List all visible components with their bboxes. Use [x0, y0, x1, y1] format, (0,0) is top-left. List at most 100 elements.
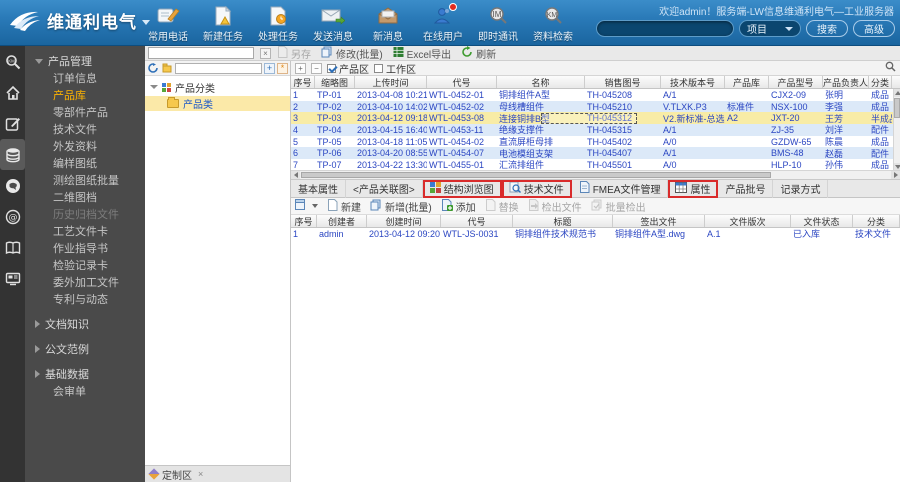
rail-chat-icon[interactable]: [0, 170, 25, 201]
sidebar-item-2[interactable]: 产品库: [25, 88, 145, 105]
tree-filter-input[interactable]: [175, 62, 262, 74]
table-row[interactable]: 5 TP-05 2013-04-18 11:05 WTL-0454-02 直流屏柜母排 T…: [291, 136, 900, 148]
scroll-right-icon[interactable]: [891, 171, 900, 179]
sidebar-item-12[interactable]: 检验记录卡: [25, 258, 145, 275]
sidebar-item-14[interactable]: 专利与动态: [25, 292, 145, 309]
column-header[interactable]: 销售图号: [585, 76, 661, 88]
advanced-search-button[interactable]: 高级: [853, 20, 895, 37]
work-area-checkbox[interactable]: 工作区: [374, 61, 416, 76]
horizontal-scroll-thumb[interactable]: [301, 172, 771, 178]
tree-expand-button[interactable]: +: [264, 62, 275, 74]
column-header[interactable]: 创建者: [317, 215, 367, 227]
rail-monitor-icon[interactable]: [0, 263, 25, 294]
column-header[interactable]: 创建时间: [367, 215, 441, 227]
column-header[interactable]: 缩略图: [315, 76, 355, 88]
app-logo[interactable]: 维通利电气: [8, 8, 150, 33]
detail-tab-3[interactable]: 结构浏览图: [422, 179, 502, 198]
sidebar-group-1[interactable]: 产品管理: [25, 46, 145, 71]
product-area-checkbox[interactable]: 产品区: [327, 61, 369, 76]
sidebar-item-10[interactable]: 工艺文件卡: [25, 224, 145, 241]
nav-item-4[interactable]: 发送消息: [311, 5, 355, 43]
search-button[interactable]: 搜索: [806, 20, 848, 37]
vertical-scrollbar[interactable]: [893, 89, 900, 171]
column-header[interactable]: 产品负责人: [823, 76, 869, 88]
column-header[interactable]: 产品库: [725, 76, 769, 88]
detail-tab-7[interactable]: 产品批号: [718, 179, 774, 198]
sidebar-item-5[interactable]: 外发资料: [25, 139, 145, 156]
sidebar-item-9[interactable]: 历史归档文件: [25, 207, 145, 224]
nav-item-5[interactable]: 新消息: [366, 5, 410, 43]
sidebar-item-11[interactable]: 作业指导书: [25, 241, 145, 258]
tree-refresh-icon[interactable]: [147, 62, 159, 74]
tree-root-node[interactable]: 产品分类: [145, 80, 290, 95]
collapse-all-button[interactable]: −: [311, 62, 322, 74]
nav-item-2[interactable]: 新建任务: [201, 5, 245, 43]
sidebar-item-8[interactable]: 二维图档: [25, 190, 145, 207]
bottom-tab[interactable]: 定制区 ×: [145, 465, 290, 482]
toolbar-button-2[interactable]: 修改(批量): [321, 46, 383, 61]
nav-item-1[interactable]: 常用电话: [146, 5, 190, 43]
table-row[interactable]: 1 admin 2013-04-12 09:20 WTL-JS-0031 铜排组件技术规…: [291, 228, 900, 240]
nav-item-6[interactable]: 在线用户: [421, 3, 465, 43]
sidebar-item-plain[interactable]: 会审单: [25, 384, 145, 401]
detail-tab-2[interactable]: <产品关联图>: [346, 179, 423, 198]
sidebar-group-3[interactable]: 公文范例: [25, 334, 145, 359]
sidebar-group-4[interactable]: 基础数据: [25, 359, 145, 384]
detail-tab-8[interactable]: 记录方式: [773, 179, 829, 198]
sidebar-item-4[interactable]: 技术文件: [25, 122, 145, 139]
sidebar-item-7[interactable]: 测绘图纸批量: [25, 173, 145, 190]
sidebar-group-2[interactable]: 文档知识: [25, 309, 145, 334]
sidebar-item-3[interactable]: 零部件产品: [25, 105, 145, 122]
column-header[interactable]: 文件版次: [705, 215, 791, 227]
scroll-left-icon[interactable]: [291, 171, 300, 179]
sidebar-item-13[interactable]: 委外加工文件: [25, 275, 145, 292]
column-header[interactable]: 技术版本号: [661, 76, 725, 88]
tree-collapse-button[interactable]: *: [277, 62, 288, 74]
table-row[interactable]: 4 TP-04 2013-04-15 16:40 WTL-0453-11 绝缘支撑件 TH…: [291, 124, 900, 136]
rail-book-icon[interactable]: [0, 232, 25, 263]
table-row[interactable]: 3 TP-03 2013-04-12 09:18 WTL-0453-08 连接铜排B型 T…: [291, 112, 900, 125]
column-header[interactable]: 标题: [513, 215, 613, 227]
column-header[interactable]: 分类: [853, 215, 900, 227]
rail-at-circle-icon[interactable]: @: [0, 201, 25, 232]
detail-tab-4[interactable]: 技术文件: [501, 179, 572, 198]
detail-tab-1[interactable]: 基本属性: [291, 179, 346, 198]
detail-tab-6[interactable]: 属性: [668, 179, 719, 198]
column-header[interactable]: 代号: [441, 215, 513, 227]
file-toolbar-button-3[interactable]: 新增(批量): [370, 199, 432, 214]
table-search-icon[interactable]: [885, 61, 896, 75]
detail-tab-5[interactable]: FMEA文件管理: [572, 179, 669, 198]
toolbar-button-4[interactable]: 刷新: [461, 45, 496, 61]
scroll-up-icon[interactable]: [894, 89, 900, 97]
rail-km-search-icon[interactable]: KM: [0, 46, 25, 77]
table-row[interactable]: 2 TP-02 2013-04-10 14:02 WTL-0452-02 母线槽组件 TH…: [291, 100, 900, 113]
column-header[interactable]: 名称: [497, 76, 585, 88]
column-header[interactable]: 产品型号: [769, 76, 823, 88]
nav-item-7[interactable]: IM 即时通讯: [476, 5, 520, 43]
rail-compose-icon[interactable]: [0, 108, 25, 139]
global-search-input[interactable]: [596, 20, 734, 37]
toolbar-button-3[interactable]: Excel导出: [393, 46, 451, 61]
column-header[interactable]: 序号: [291, 215, 317, 227]
column-header[interactable]: 上传时间: [355, 76, 427, 88]
close-icon[interactable]: ×: [198, 469, 203, 479]
clear-filter-button[interactable]: ×: [260, 47, 271, 59]
table-row[interactable]: 1 TP-01 2013-04-08 10:21 WTL-0452-01 铜排组件A型 T…: [291, 89, 900, 101]
column-header[interactable]: 分类: [869, 76, 892, 88]
nav-item-8[interactable]: KM 资料检索: [531, 5, 575, 43]
rail-home-icon[interactable]: [0, 77, 25, 108]
vertical-scroll-thumb[interactable]: [894, 98, 900, 118]
horizontal-scrollbar[interactable]: [291, 170, 900, 179]
quick-filter-input[interactable]: [148, 47, 254, 59]
search-scope-dropdown[interactable]: 项目: [739, 20, 801, 37]
file-toolbar-button-4[interactable]: 添加: [441, 198, 476, 214]
file-toolbar-button-2[interactable]: 新建: [327, 198, 361, 214]
expand-all-button[interactable]: +: [295, 62, 306, 74]
column-header[interactable]: 签出文件: [613, 215, 705, 227]
sidebar-item-1[interactable]: 订单信息: [25, 71, 145, 88]
tree-settings-icon[interactable]: [161, 62, 173, 74]
nav-item-3[interactable]: 处理任务: [256, 5, 300, 43]
file-toolbar-button-1[interactable]: [295, 199, 318, 213]
column-header[interactable]: 序号: [291, 76, 315, 88]
table-row[interactable]: 6 TP-06 2013-04-20 08:55 WTL-0454-07 电池模组支架 T…: [291, 147, 900, 160]
